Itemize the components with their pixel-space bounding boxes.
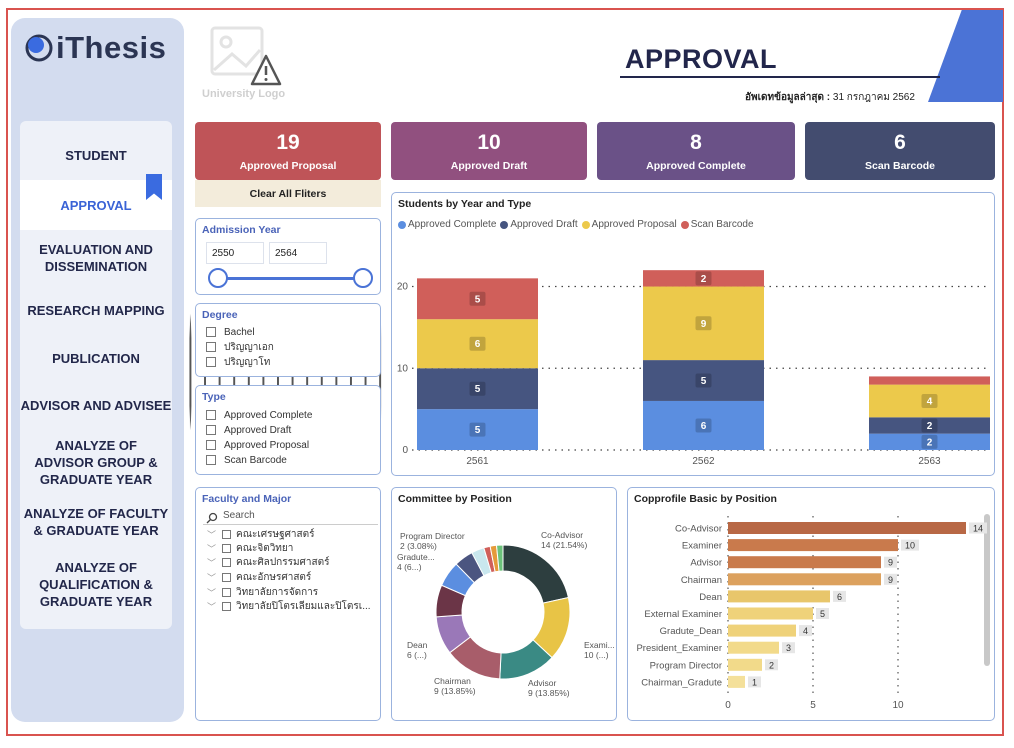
data-label: 2 — [769, 660, 774, 670]
category-label: External Examiner — [644, 609, 722, 620]
data-label: 6 — [837, 592, 842, 602]
data-label: 4 — [927, 396, 933, 407]
slice-label: Exami... — [584, 640, 615, 650]
data-label: 1 — [752, 677, 757, 687]
data-label: 2 — [927, 437, 933, 448]
y-tick-label: 20 — [397, 282, 409, 293]
donut-slice — [502, 544, 570, 604]
bar — [728, 590, 830, 603]
slice-value-label: 2 (3.08%) — [400, 541, 437, 551]
slice-label: Gradute... — [397, 552, 435, 562]
data-label: 2 — [701, 274, 707, 285]
charts-layer: 0102055652561659225622242563Co-Advisor14… — [397, 270, 990, 711]
data-label: 9 — [701, 319, 707, 330]
bar — [728, 641, 779, 654]
slice-label: Dean — [407, 640, 428, 650]
bar — [728, 539, 898, 552]
bar — [728, 658, 762, 671]
data-label: 3 — [786, 643, 791, 653]
category-label: Program Director — [650, 660, 722, 671]
category-label: Co-Advisor — [675, 524, 722, 535]
category-label: Examiner — [682, 541, 722, 552]
data-label: 9 — [888, 558, 893, 568]
category-label: Advisor — [690, 558, 722, 569]
x-tick-label: 2563 — [918, 456, 941, 467]
category-label: President_Examiner — [636, 643, 722, 654]
category-label: Gradute_Dean — [660, 626, 722, 637]
data-label: 14 — [973, 524, 983, 534]
x-tick-label: 10 — [892, 700, 904, 711]
y-tick-label: 10 — [397, 363, 409, 374]
x-tick-label: 5 — [810, 700, 816, 711]
slice-value-label: 4 (6...) — [397, 562, 422, 572]
data-label: 2 — [927, 421, 933, 432]
data-label: 5 — [475, 384, 481, 395]
bar — [728, 556, 881, 569]
slice-label: Program Director — [400, 531, 465, 541]
bar — [728, 522, 966, 534]
bar — [728, 675, 745, 688]
slice-value-label: 6 (...) — [407, 650, 427, 660]
slice-label: Advisor — [528, 678, 557, 688]
category-label: Chairman — [681, 575, 722, 586]
category-label: Dean — [699, 592, 722, 603]
data-label: 5 — [475, 294, 481, 305]
slice-value-label: 10 (...) — [584, 650, 609, 660]
data-label: 5 — [475, 425, 481, 436]
y-tick-label: 0 — [402, 445, 408, 456]
data-label: 5 — [701, 376, 707, 387]
slice-label: Co-Advisor — [541, 530, 583, 540]
slice-value-label: 9 (13.85%) — [528, 688, 570, 698]
bar — [728, 624, 796, 637]
x-tick-label: 0 — [725, 700, 731, 711]
data-label: 4 — [803, 626, 808, 636]
x-tick-label: 2562 — [692, 456, 715, 467]
data-label: 6 — [475, 339, 481, 350]
data-label: 10 — [905, 541, 915, 551]
slice-value-label: 14 (21.54%) — [541, 540, 587, 550]
data-label: 6 — [701, 421, 707, 432]
bar — [728, 573, 881, 586]
slice-label: Chairman — [434, 676, 471, 686]
category-label: Chairman_Gradute — [641, 677, 722, 688]
bar-segment — [869, 376, 990, 385]
slice-value-label: 9 (13.85%) — [434, 686, 476, 696]
data-label: 9 — [888, 575, 893, 585]
data-label: 5 — [820, 609, 825, 619]
x-tick-label: 2561 — [466, 456, 489, 467]
bar — [728, 607, 813, 620]
